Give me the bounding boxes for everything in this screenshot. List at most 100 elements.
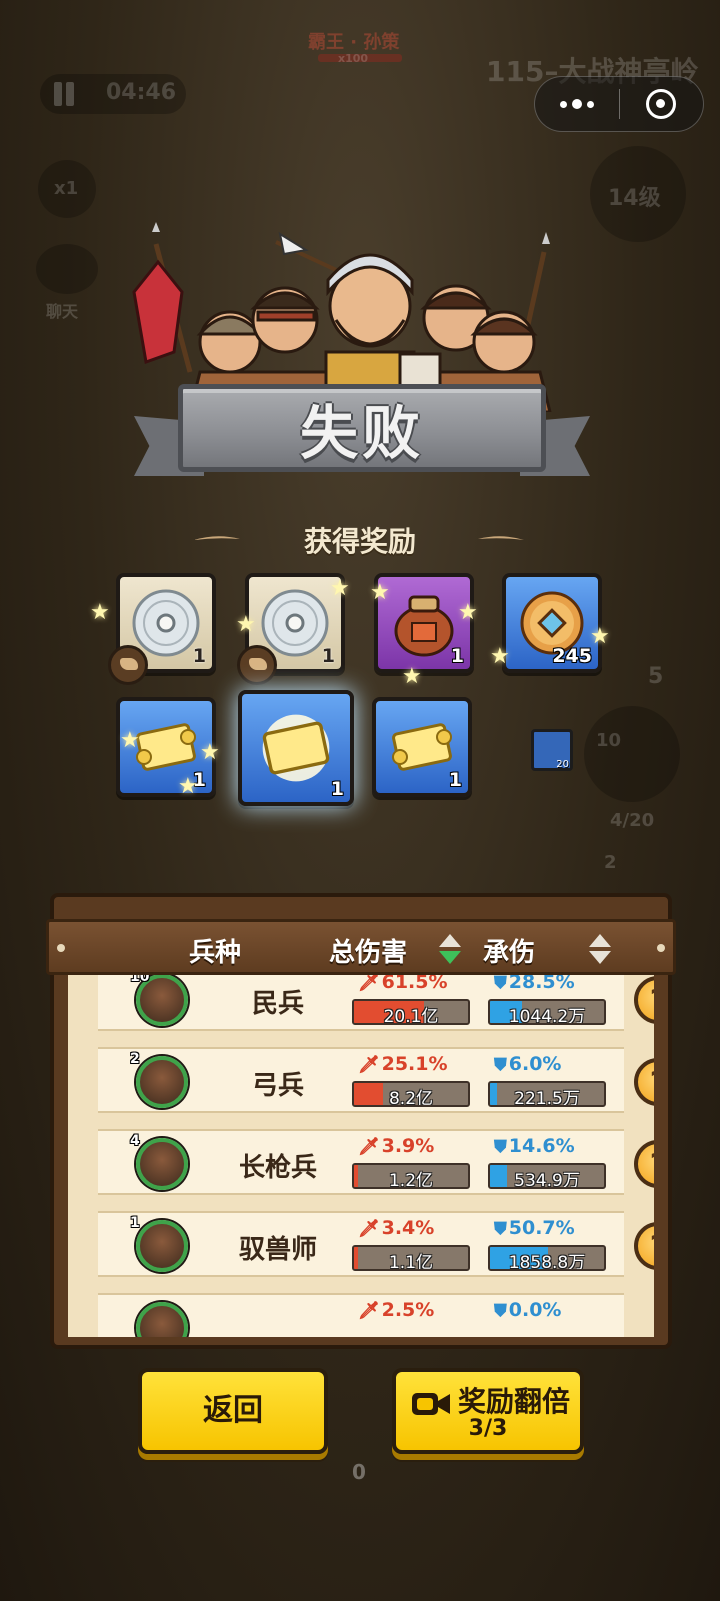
sparkle-icon: ★ — [120, 728, 140, 753]
unit-avatar-partial[interactable] — [136, 1302, 188, 1337]
damage-value: 1.1亿 — [388, 1253, 434, 1271]
reward-qty: 1 — [330, 778, 344, 800]
side-count: 5 — [648, 664, 664, 689]
back-button-label: 返回 — [203, 1393, 263, 1428]
boss-name: 霸王 · 孙策 — [308, 32, 400, 53]
stats-list[interactable]: 10 民兵 🗡61.5% 20.1亿 ⛊28.5% 1044.2万 ? 2 弓兵… — [68, 957, 654, 1337]
stats-row: 1 驭兽师 🗡3.4% 1.1亿 ⛊50.7% 1858.8万 ? — [98, 1211, 654, 1277]
double-reward-label: 奖励翻倍 — [458, 1385, 571, 1418]
reward-item-1[interactable]: 1 — [108, 573, 216, 685]
damage-percent-value: 3.4% — [381, 1217, 435, 1239]
sword-icon: 🗡 — [358, 973, 380, 993]
tank-value: 221.5万 — [514, 1089, 580, 1107]
sword-icon: 🗡 — [358, 1055, 380, 1075]
sparkle-icon: ★ — [200, 740, 220, 765]
sort-damage-icon[interactable] — [437, 934, 463, 966]
sparkle-icon: ★ — [490, 644, 510, 669]
sort-tank-icon[interactable] — [587, 934, 613, 966]
defeat-banner: 失败 — [134, 378, 590, 488]
map-scroll-qty: 20 — [556, 759, 569, 770]
silver-disc-icon — [132, 589, 200, 657]
header-rivet-left — [57, 944, 65, 952]
reward-item-7[interactable]: 1 — [372, 697, 472, 797]
damage-percent: 🗡 2.5% — [358, 1299, 434, 1321]
damage-value: 1.2亿 — [388, 1171, 434, 1189]
wine-jar-icon — [394, 595, 454, 657]
result-title: 失败 — [299, 399, 424, 467]
damage-percent-value: 2.5% — [381, 1299, 435, 1321]
stats-row: 🗡 2.5% ⛊ 0.0% — [98, 1293, 624, 1337]
double-reward-button[interactable]: 奖励翻倍 3/3 — [392, 1368, 584, 1454]
map-scroll-icon[interactable]: 20 — [531, 729, 573, 771]
unit-name: 弓兵 — [251, 1071, 304, 1101]
damage-bar: 8.2亿 — [352, 1081, 470, 1107]
sparkle-icon: ★ — [236, 612, 256, 637]
unit-name: 驭兽师 — [238, 1235, 317, 1265]
header-rivet-right — [657, 944, 665, 952]
sparkle-icon: ★ — [90, 600, 110, 625]
side-level-2: 2 — [604, 852, 617, 873]
tank-percent-value: 14.6% — [508, 1135, 575, 1157]
help-button[interactable]: ? — [634, 1222, 654, 1270]
chat-label: 聊天 — [46, 302, 79, 321]
more-dots-icon — [559, 99, 594, 109]
damage-percent: 🗡 3.4% — [358, 1217, 434, 1239]
tank-percent-value: 0.0% — [508, 1299, 562, 1321]
reward-qty: 245 — [552, 645, 592, 667]
speed-label: x1 — [54, 178, 79, 199]
reward-qty: 1 — [450, 645, 464, 667]
reward-qty: 1 — [321, 645, 335, 667]
chat-icon[interactable] — [36, 244, 98, 294]
header-total-damage[interactable]: 总伤害 — [329, 932, 407, 969]
sparkle-icon: ★ — [178, 774, 198, 799]
header-unit: 兵种 — [189, 938, 242, 968]
help-button[interactable]: ? — [634, 976, 654, 1024]
battle-timer: 04:46 — [106, 80, 177, 105]
stats-row: 4 长枪兵 🗡3.9% 1.2亿 ⛊14.6% 534.9万 ? — [98, 1129, 654, 1195]
fragment-badge-icon — [237, 645, 277, 685]
shield-icon: ⛊ — [494, 1055, 507, 1075]
tank-value: 534.9万 — [514, 1171, 580, 1189]
shield-icon: ⛊ — [494, 1219, 507, 1239]
sword-icon: 🗡 — [358, 1301, 380, 1321]
stats-row: 2 弓兵 🗡25.1% 8.2亿 ⛊6.0% 221.5万 ? — [98, 1047, 654, 1113]
sparkle-icon: ★ — [590, 624, 610, 649]
tank-percent: ⛊ 6.0% — [494, 1053, 561, 1075]
unit-level: 4 — [130, 1133, 140, 1149]
level-badge: 14级 — [608, 186, 661, 211]
scroll-icon — [392, 723, 452, 771]
unit-avatar-archer[interactable] — [136, 1056, 188, 1108]
more-button[interactable] — [535, 77, 619, 131]
sparkle-icon: ★ — [402, 664, 422, 689]
unit-avatar-spearman[interactable] — [136, 1138, 188, 1190]
tank-percent: ⛊ 14.6% — [494, 1135, 575, 1157]
miniprogram-capsule — [534, 76, 704, 132]
header-damage-taken[interactable]: 承伤 — [483, 932, 535, 969]
close-target-icon — [646, 89, 677, 119]
unit-avatar-beast-tamer[interactable] — [136, 1220, 188, 1272]
damage-value: 8.2亿 — [388, 1089, 434, 1107]
damage-percent-value: 25.1% — [381, 1053, 448, 1075]
stats-header: 兵种 总伤害 承伤 — [46, 919, 676, 975]
back-button[interactable]: 返回 — [138, 1368, 328, 1454]
reward-item-4[interactable]: 245 — [502, 573, 602, 673]
tank-bar: 1858.8万 — [488, 1245, 606, 1271]
close-button[interactable] — [620, 77, 704, 131]
unit-name: 长枪兵 — [238, 1153, 317, 1183]
damage-bar: 20.1亿 — [352, 999, 470, 1025]
help-button[interactable]: ? — [634, 1058, 654, 1106]
tank-percent-value: 6.0% — [508, 1053, 562, 1075]
unit-capacity: 4/20 — [610, 810, 655, 831]
damage-percent: 🗡 3.9% — [358, 1135, 434, 1157]
tank-bar: 221.5万 — [488, 1081, 606, 1107]
pause-icon[interactable] — [52, 82, 78, 106]
side-level: 10 — [596, 730, 622, 751]
tank-bar: 1044.2万 — [488, 999, 606, 1025]
sparkle-icon: ★ — [370, 580, 390, 605]
sparkle-icon: ★ — [330, 576, 350, 601]
rewards-title: 获得奖励 — [303, 525, 416, 558]
damage-stats-panel: 10 民兵 🗡61.5% 20.1亿 ⛊28.5% 1044.2万 ? 2 弓兵… — [46, 893, 676, 1349]
reward-item-6[interactable]: 1 — [238, 690, 354, 806]
help-button[interactable]: ? — [634, 1140, 654, 1188]
sparkle-icon: ★ — [458, 600, 478, 625]
